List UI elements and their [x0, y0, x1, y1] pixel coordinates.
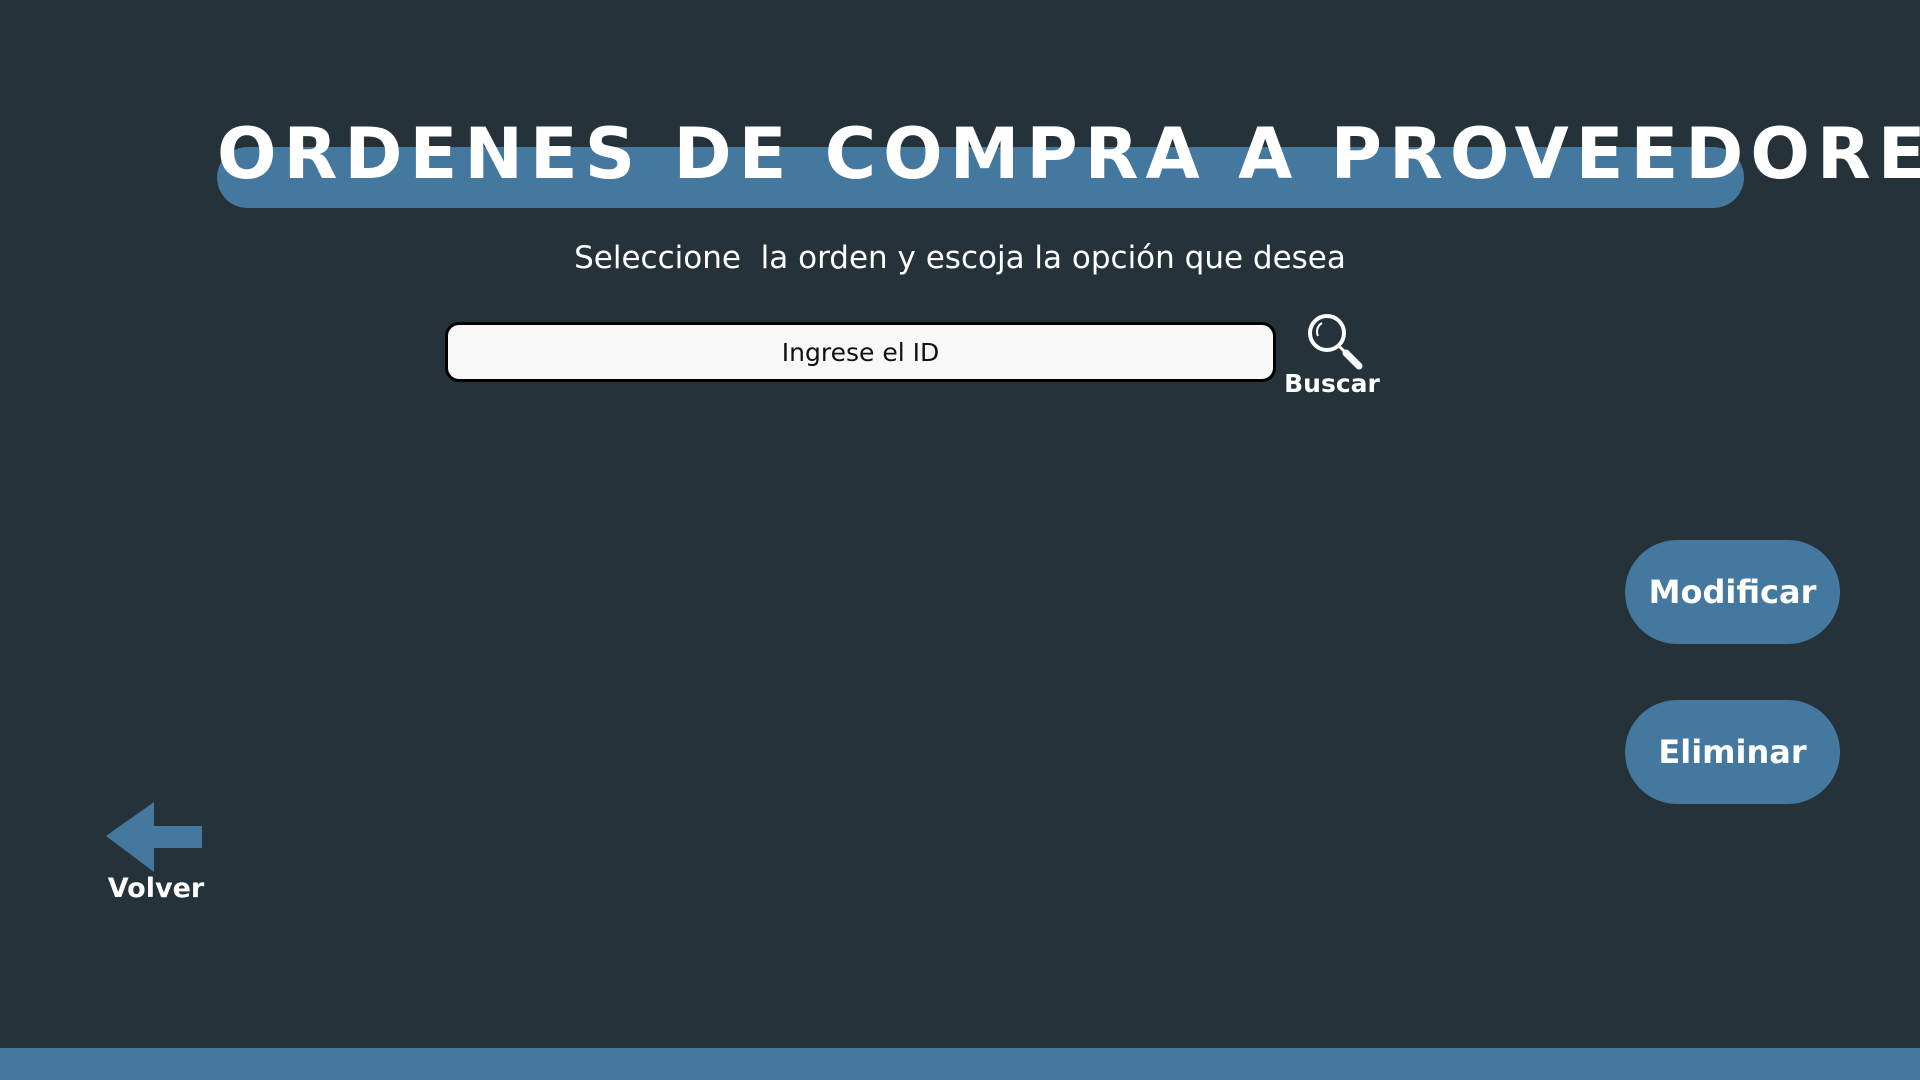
delete-button[interactable]: Eliminar	[1625, 700, 1840, 804]
page: ORDENES DE COMPRA A PROVEEDORES Seleccio…	[0, 0, 1920, 1080]
search-button[interactable]: Buscar	[1280, 306, 1384, 402]
back-button[interactable]: Volver	[104, 802, 212, 906]
modify-button[interactable]: Modificar	[1625, 540, 1840, 644]
search-icon	[1308, 314, 1363, 370]
footer-bar	[0, 1048, 1920, 1080]
search-id-input[interactable]	[445, 322, 1276, 382]
page-subtitle: Seleccione la orden y escoja la opción q…	[574, 240, 1346, 276]
arrow-left-icon	[106, 802, 202, 872]
search-button-label: Buscar	[1284, 369, 1380, 398]
page-title: ORDENES DE COMPRA A PROVEEDORES	[217, 113, 1920, 195]
back-button-label: Volver	[107, 873, 205, 904]
